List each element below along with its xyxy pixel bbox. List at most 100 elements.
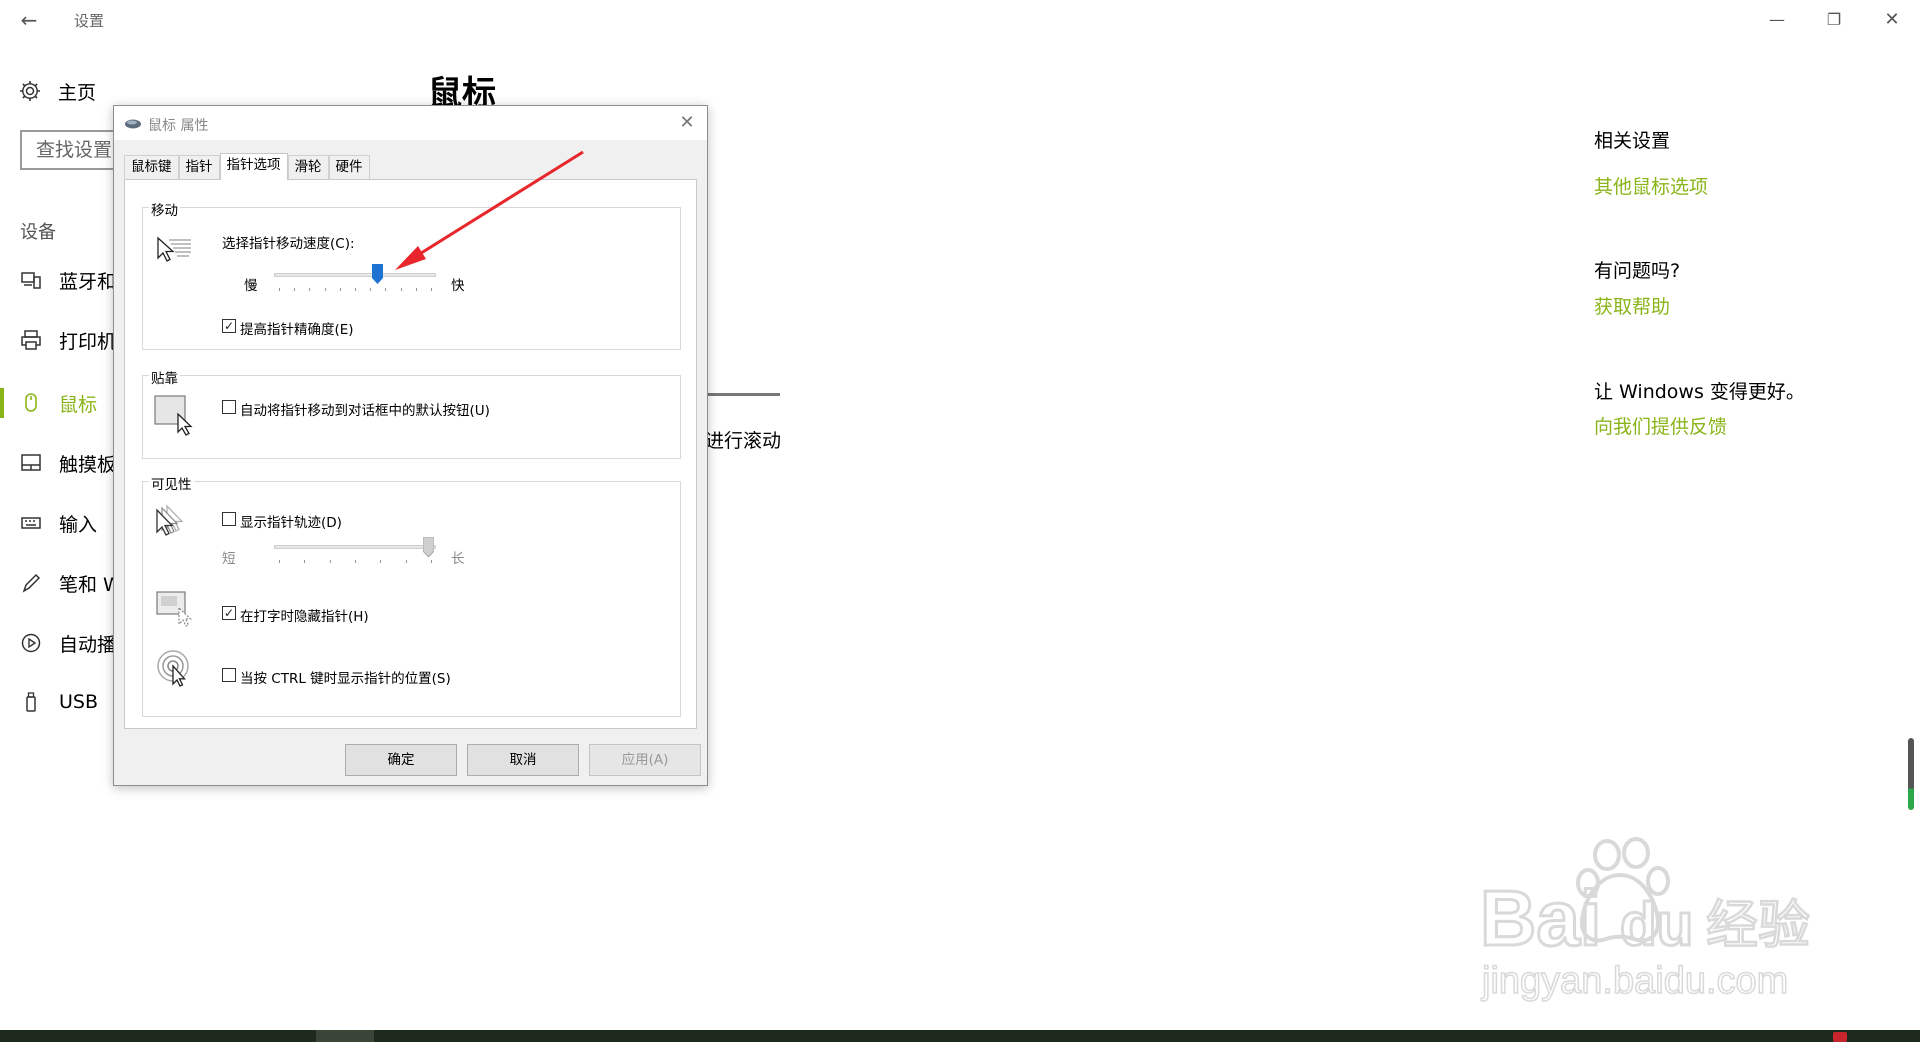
- short-label: 短: [222, 551, 236, 567]
- trails-slider-track[interactable]: [274, 545, 436, 549]
- pointer-trails-icon: [156, 504, 184, 536]
- sidebar-item-typing[interactable]: 输入: [20, 508, 97, 538]
- speed-slider-track[interactable]: [274, 273, 436, 277]
- group-label: 贴靠: [149, 367, 180, 387]
- sidebar-item-label: 打印机: [59, 330, 117, 353]
- check-mark-icon: ✓: [223, 606, 235, 620]
- ctrl-locate-label: 当按 CTRL 键时显示指针的位置(S): [240, 671, 451, 687]
- tab-pointers[interactable]: 指针: [178, 155, 220, 179]
- sidebar-item-label: 触摸板: [59, 453, 117, 476]
- nav-home[interactable]: 主页: [18, 78, 96, 104]
- snap-to-checkbox[interactable]: [222, 400, 236, 414]
- gear-icon: [20, 81, 40, 101]
- taskbar-active-app[interactable]: [316, 1030, 374, 1042]
- app-title: 设置: [74, 12, 105, 30]
- hide-pointer-icon: [156, 591, 193, 627]
- tab-pointer-options[interactable]: 指针选项: [219, 153, 288, 180]
- dialog-title-bar[interactable]: 鼠标 属性 ✕: [114, 106, 707, 140]
- long-label: 长: [451, 551, 465, 567]
- slider-tick: [385, 288, 386, 291]
- precision-checkbox[interactable]: ✓: [222, 319, 236, 333]
- apply-button[interactable]: 应用(A): [589, 744, 701, 776]
- hide-typing-label: 在打字时隐藏指针(H): [240, 609, 369, 625]
- cancel-button[interactable]: 取消: [467, 744, 579, 776]
- pointer-speed-icon: [157, 236, 191, 262]
- baidu-jingyan-watermark: Bai du 经验 jingyan.baidu.com: [1479, 837, 1811, 1003]
- other-mouse-options-link[interactable]: 其他鼠标选项: [1594, 172, 1708, 199]
- sidebar-item-label: 鼠标: [59, 393, 98, 416]
- sidebar-item-usb[interactable]: USB: [20, 687, 98, 717]
- notification-badge[interactable]: [1833, 1032, 1847, 1042]
- sidebar-item-autoplay[interactable]: 自动播: [20, 628, 116, 658]
- visibility-group: 可见性 显示指针轨迹(D) 短 长 ✓ 在打字时隐藏指针(H) 当按 CTRL …: [142, 473, 681, 717]
- trails-slider-ticks: [279, 560, 432, 564]
- feedback-link[interactable]: 向我们提供反馈: [1594, 412, 1727, 439]
- slider-tick: [416, 288, 417, 291]
- sidebar-item-printers[interactable]: 打印机: [20, 325, 116, 355]
- sidebar-item-label: 蓝牙和: [59, 270, 117, 293]
- speed-slider-thumb[interactable]: [372, 264, 383, 284]
- group-label: 移动: [149, 199, 180, 219]
- ctrl-locate-checkbox[interactable]: [222, 668, 236, 682]
- feedback-title: 让 Windows 变得更好。: [1594, 381, 1805, 403]
- slider-tick: [304, 560, 305, 563]
- back-arrow-icon[interactable]: ←: [14, 6, 44, 34]
- precision-label: 提高指针精确度(E): [240, 322, 354, 338]
- tab-strip: 鼠标键 指针 指针选项 滑轮 硬件: [124, 153, 370, 180]
- svg-text:Bai: Bai: [1480, 874, 1601, 962]
- tab-hardware[interactable]: 硬件: [328, 155, 370, 179]
- slider-tick: [279, 560, 280, 563]
- printer-icon: [21, 330, 41, 350]
- mouse-icon: [25, 393, 37, 412]
- slider-tick: [380, 560, 381, 563]
- get-help-link[interactable]: 获取帮助: [1594, 292, 1670, 319]
- help-title: 有问题吗?: [1594, 260, 1681, 282]
- trails-slider-thumb[interactable]: [423, 537, 434, 557]
- slider-tick: [340, 288, 341, 291]
- svg-text:jingyan.baidu.com: jingyan.baidu.com: [1481, 960, 1788, 1002]
- nav-home-label: 主页: [58, 81, 97, 104]
- hide-typing-checkbox[interactable]: ✓: [222, 606, 236, 620]
- minimize-icon[interactable]: —: [1754, 4, 1800, 36]
- pointer-trails-label: 显示指针轨迹(D): [240, 515, 342, 531]
- snap-to-group: 贴靠 自动将指针移动到对话框中的默认按钮(U): [142, 367, 681, 459]
- scroll-setting-text: 进行滚动: [705, 430, 782, 452]
- sidebar-item-mouse[interactable]: 鼠标: [20, 388, 97, 418]
- mouse-properties-dialog: 鼠标 属性 ✕ 鼠标键 指针 指针选项 滑轮 硬件 移动 选择指针移动速度(C)…: [113, 105, 708, 786]
- tab-wheel[interactable]: 滑轮: [287, 155, 329, 179]
- svg-text:经验: 经验: [1706, 896, 1810, 956]
- motion-group: 移动 选择指针移动速度(C): 慢 快 ✓ 提高指针精确度(E): [142, 199, 681, 350]
- pointer-trails-checkbox[interactable]: [222, 512, 236, 526]
- slider-tick: [406, 560, 407, 563]
- restore-icon[interactable]: ❐: [1811, 4, 1857, 36]
- close-icon[interactable]: ✕: [1869, 4, 1915, 36]
- title-bar: ← 设置 — ❐ ✕: [0, 0, 1920, 40]
- ctrl-locate-icon: [157, 650, 189, 687]
- slider-tick: [401, 288, 402, 291]
- sidebar-item-touchpad[interactable]: 触摸板: [20, 448, 116, 478]
- tab-panel: 移动 选择指针移动速度(C): 慢 快 ✓ 提高指针精确度(E) 贴靠 自动将指…: [124, 179, 697, 729]
- mouse-app-icon: [125, 119, 141, 129]
- sidebar-item-bluetooth[interactable]: 蓝牙和: [20, 265, 116, 295]
- check-mark-icon: ✓: [223, 319, 235, 333]
- tab-buttons[interactable]: 鼠标键: [124, 155, 179, 179]
- scrollbar[interactable]: [1908, 738, 1914, 810]
- slider-tick: [330, 560, 331, 563]
- related-settings-title: 相关设置: [1594, 130, 1671, 152]
- snap-to-icon: [154, 395, 193, 436]
- slider-tick: [431, 288, 432, 291]
- close-icon[interactable]: ✕: [674, 110, 700, 136]
- sidebar-item-pen[interactable]: 笔和 W: [20, 568, 122, 598]
- slow-label: 慢: [244, 278, 258, 294]
- touchpad-icon: [21, 454, 41, 471]
- slider-tick: [370, 288, 371, 291]
- ok-button[interactable]: 确定: [345, 744, 457, 776]
- slider-tick: [431, 560, 432, 563]
- group-label: 可见性: [149, 473, 194, 493]
- slider-tick: [279, 288, 280, 291]
- taskbar: [0, 1030, 1920, 1042]
- sidebar-item-label: USB: [59, 691, 99, 713]
- snap-to-label: 自动将指针移动到对话框中的默认按钮(U): [240, 403, 490, 419]
- speed-label: 选择指针移动速度(C):: [222, 236, 355, 252]
- bluetooth-devices-icon: [21, 272, 41, 289]
